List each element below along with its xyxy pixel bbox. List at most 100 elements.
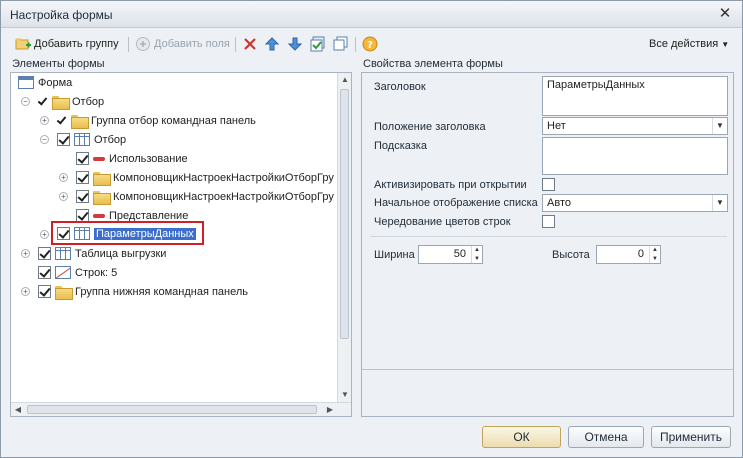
tree-item-composer-2[interactable]: КомпоновщикНастроекНастройкиОтборГру — [76, 187, 334, 206]
check-icon — [38, 97, 48, 107]
add-group-button[interactable]: Добавить группу — [15, 35, 119, 53]
width-field[interactable]: 50 ▲ ▼ — [418, 245, 483, 264]
tree-checkbox[interactable] — [76, 171, 89, 184]
tree-item-data-params[interactable]: ПараметрыДанных — [57, 224, 196, 243]
title-label: Заголовок — [374, 81, 426, 93]
activate-on-open-checkbox[interactable] — [542, 178, 555, 191]
table-icon — [74, 227, 90, 240]
height-field[interactable]: 0 ▲ ▼ — [596, 245, 661, 264]
chevron-down-icon[interactable]: ▼ — [712, 195, 727, 211]
initial-view-value: Авто — [547, 197, 571, 209]
delete-icon — [242, 36, 258, 52]
scroll-down-icon[interactable]: ▼ — [338, 388, 352, 402]
close-icon[interactable]: ✕ — [716, 5, 734, 23]
width-value: 50 — [453, 248, 466, 260]
chevron-down-icon: ▼ — [721, 39, 730, 49]
hint-label: Подсказка — [374, 140, 427, 152]
form-icon — [18, 76, 34, 89]
scroll-left-icon[interactable]: ◀ — [11, 403, 25, 417]
tree-checkbox[interactable] — [38, 285, 51, 298]
add-fields-button[interactable]: Добавить поля — [135, 35, 230, 53]
tree-checkbox[interactable] — [38, 266, 51, 279]
title-position-label: Положение заголовка — [374, 121, 486, 133]
form-elements-label: Элементы формы — [12, 58, 105, 70]
title-position-select[interactable]: Нет ▼ — [542, 117, 728, 135]
tree-item-export-table[interactable]: Таблица выгрузки — [38, 244, 166, 263]
tree-checkbox[interactable] — [57, 133, 70, 146]
title-field[interactable]: ПараметрыДанных — [542, 76, 728, 116]
expand-icon[interactable]: + — [59, 173, 68, 182]
horizontal-scrollbar[interactable]: ◀ ▶ — [11, 402, 351, 416]
tree-item-row-count[interactable]: Строк: 5 — [38, 263, 117, 282]
tree-item-usage[interactable]: Использование — [76, 149, 188, 168]
expand-icon[interactable]: + — [21, 287, 30, 296]
apply-button[interactable]: Применить — [651, 426, 731, 448]
tree-checkbox[interactable] — [38, 247, 51, 260]
tree-item-label: Отбор — [94, 133, 127, 146]
scroll-up-icon[interactable]: ▲ — [338, 73, 352, 87]
form-settings-window: Настройка формы ✕ Добавить группу Добави… — [0, 0, 743, 458]
tree-item-form[interactable]: Форма — [18, 73, 72, 92]
spinner-icon[interactable]: ▲ ▼ — [471, 246, 482, 263]
alternate-colors-label: Чередование цветов строк — [374, 216, 511, 228]
tree-item-label: Представление — [109, 209, 189, 222]
tree-item-label: КомпоновщикНастроекНастройкиОтборГру — [113, 190, 334, 203]
decoration-icon — [55, 266, 71, 279]
scroll-thumb[interactable] — [340, 89, 349, 339]
toolbar-separator — [235, 37, 236, 52]
all-actions-menu[interactable]: Все действия ▼ — [649, 35, 729, 53]
tree-item-otbor-table[interactable]: Отбор — [57, 130, 126, 149]
alternate-colors-checkbox[interactable] — [542, 215, 555, 228]
cancel-button[interactable]: Отмена — [568, 426, 644, 448]
check-icon — [57, 116, 67, 126]
toolbar-separator — [128, 37, 129, 52]
scroll-right-icon[interactable]: ▶ — [323, 403, 337, 417]
tree-item-composer-1[interactable]: КомпоновщикНастроекНастройкиОтборГру — [76, 168, 334, 187]
tree-item-bottom-panel[interactable]: Группа нижняя командная панель — [38, 282, 248, 301]
chevron-down-icon[interactable]: ▼ — [712, 118, 727, 134]
help-button[interactable]: ? — [362, 35, 378, 53]
height-value: 0 — [637, 248, 644, 260]
all-actions-label: Все действия — [649, 38, 719, 50]
toolbar: Добавить группу Добавить поля ? Все дейс… — [1, 31, 742, 57]
expand-icon[interactable]: + — [59, 192, 68, 201]
ok-button[interactable]: ОК — [482, 426, 561, 448]
folder-icon — [93, 171, 111, 186]
spinner-icon[interactable]: ▲ ▼ — [649, 246, 660, 263]
tree-checkbox[interactable] — [76, 152, 89, 165]
scroll-thumb[interactable] — [27, 405, 317, 414]
move-down-button[interactable] — [287, 35, 303, 53]
hint-field[interactable] — [542, 137, 728, 175]
check-all-button[interactable] — [310, 35, 326, 53]
add-group-icon — [15, 36, 31, 52]
uncheck-all-icon — [333, 36, 349, 52]
form-elements-tree[interactable]: Форма − Отбор + Группа отбор командная п… — [10, 72, 352, 417]
tree-checkbox[interactable] — [76, 190, 89, 203]
collapse-icon[interactable]: − — [21, 97, 30, 106]
vertical-scrollbar[interactable]: ▲ ▼ — [337, 73, 351, 402]
tree-item-command-panel[interactable]: Группа отбор командная панель — [57, 111, 256, 130]
table-icon — [55, 247, 71, 260]
add-fields-label: Добавить поля — [154, 38, 230, 50]
delete-button[interactable] — [242, 35, 258, 53]
uncheck-all-button[interactable] — [333, 35, 349, 53]
move-up-button[interactable] — [264, 35, 280, 53]
arrow-up-icon — [264, 36, 280, 52]
expand-icon[interactable]: + — [40, 230, 49, 239]
activate-on-open-label: Активизировать при открытии — [374, 179, 527, 191]
expand-icon[interactable]: + — [21, 249, 30, 258]
expand-icon[interactable]: + — [40, 116, 49, 125]
window-title: Настройка формы — [10, 8, 113, 22]
folder-icon — [71, 114, 89, 129]
collapse-icon[interactable]: − — [40, 135, 49, 144]
folder-icon — [93, 190, 111, 205]
title-position-value: Нет — [547, 120, 566, 132]
divider — [370, 236, 727, 237]
properties-panel: Заголовок ПараметрыДанных Положение заго… — [361, 72, 734, 417]
tree-item-label: КомпоновщикНастроекНастройкиОтборГру — [113, 171, 334, 184]
initial-view-select[interactable]: Авто ▼ — [542, 194, 728, 212]
tree-item-label: Форма — [38, 76, 73, 89]
tree-item-otbor-group[interactable]: Отбор — [38, 92, 104, 111]
tree-item-label: Таблица выгрузки — [75, 247, 167, 260]
tree-checkbox[interactable] — [57, 227, 70, 240]
